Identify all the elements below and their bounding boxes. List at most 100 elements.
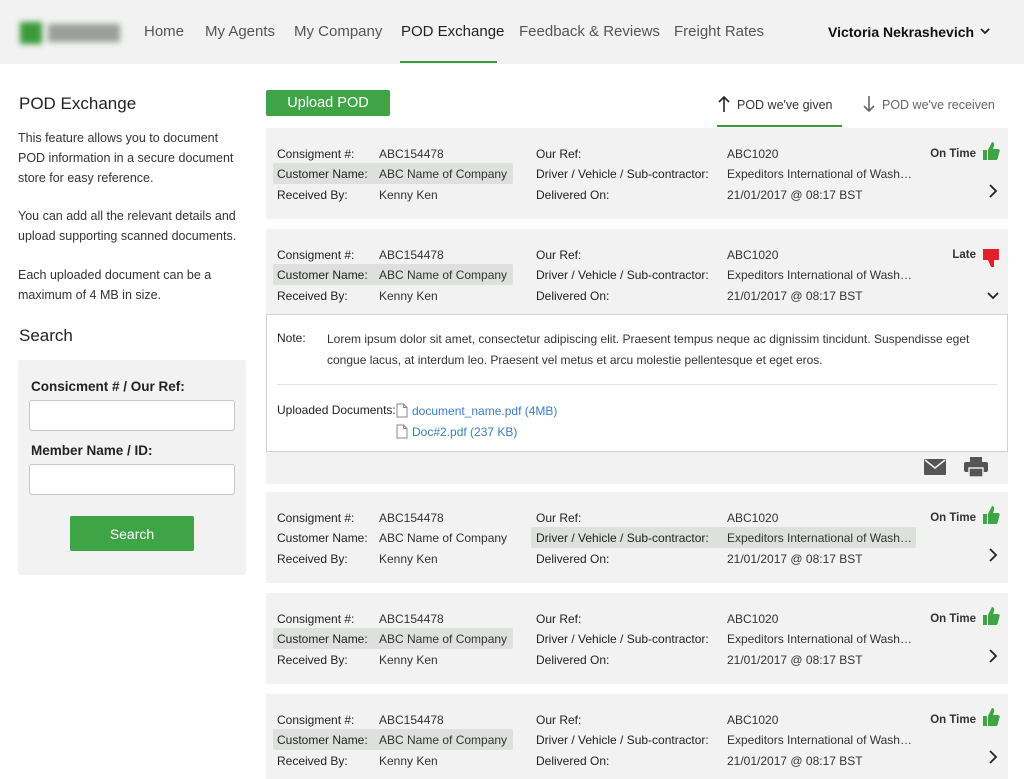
status-badge: On Time: [930, 148, 976, 160]
chevron-down-icon[interactable]: [979, 25, 991, 37]
nav-my-company[interactable]: My Company: [294, 0, 382, 64]
our-ref-label: Our Ref:: [536, 147, 582, 161]
thumbs-down-icon: [983, 249, 999, 267]
driver-label: Driver / Vehicle / Sub-contractor:: [536, 733, 709, 747]
member-name-input[interactable]: [29, 464, 235, 495]
pod-detail-panel: Note: Lorem ipsum dolor sit amet, consec…: [266, 314, 1008, 452]
document-link[interactable]: Doc#2.pdf (237 KB): [396, 424, 518, 439]
pod-record-card[interactable]: Consigment #: ABC154478 Customer Name: ABC …: [266, 492, 1008, 583]
delivered-on-value: 21/01/2017 @ 08:17 BST: [727, 754, 863, 768]
delivered-on-label: Delivered On:: [536, 754, 610, 768]
printer-icon[interactable]: [964, 457, 988, 477]
member-field-label: Member Name / ID:: [31, 443, 153, 458]
chevron-down-icon[interactable]: [987, 289, 999, 303]
customer-value: ABC Name of Company: [379, 268, 508, 282]
tab-pod-given[interactable]: POD we've given: [717, 90, 842, 126]
search-button[interactable]: Search: [70, 516, 194, 551]
uploaded-documents-label: Uploaded Documents:: [277, 403, 396, 417]
received-by-value: Kenny Ken: [379, 552, 438, 566]
document-name: Doc#2.pdf (237 KB): [412, 425, 518, 439]
delivered-on-value: 21/01/2017 @ 08:17 BST: [727, 289, 863, 303]
delivered-on-value: 21/01/2017 @ 08:17 BST: [727, 552, 863, 566]
upload-pod-button[interactable]: Upload POD: [266, 90, 390, 116]
customer-label: Customer Name:: [277, 733, 368, 747]
email-icon[interactable]: [924, 459, 946, 475]
delivered-on-value: 21/01/2017 @ 08:17 BST: [727, 188, 863, 202]
consignment-value: ABC154478: [379, 147, 444, 161]
driver-value: Expeditors International of Washington: [727, 531, 914, 545]
nav-my-agents[interactable]: My Agents: [205, 0, 275, 64]
customer-label: Customer Name:: [277, 167, 368, 181]
chevron-right-icon[interactable]: [987, 649, 999, 663]
our-ref-value: ABC1020: [727, 248, 779, 262]
our-ref-label: Our Ref:: [536, 713, 582, 727]
sidebar-title: POD Exchange: [19, 94, 137, 113]
delivered-on-label: Delivered On:: [536, 188, 610, 202]
tab-pod-received[interactable]: POD we've receiven: [862, 90, 1024, 126]
our-ref-label: Our Ref:: [536, 248, 582, 262]
status-badge: Late: [952, 249, 976, 261]
consignment-label: Consigment #:: [277, 248, 355, 262]
received-by-label: Received By:: [277, 653, 348, 667]
received-by-label: Received By:: [277, 289, 348, 303]
consignment-ref-input[interactable]: [29, 400, 235, 431]
received-by-label: Received By:: [277, 552, 348, 566]
search-title: Search: [19, 326, 73, 345]
our-ref-label: Our Ref:: [536, 511, 582, 525]
consignment-label: Consigment #:: [277, 511, 355, 525]
nav-pod-exchange[interactable]: POD Exchange: [401, 0, 504, 64]
customer-label: Customer Name:: [277, 268, 368, 282]
thumbs-up-icon: [983, 607, 1000, 625]
sidebar-description: Each uploaded document can be a maximum …: [18, 268, 212, 302]
driver-label: Driver / Vehicle / Sub-contractor:: [536, 167, 709, 181]
active-nav-indicator: [400, 61, 497, 63]
pod-record-card[interactable]: Consigment #: ABC154478 Customer Name: ABC …: [266, 128, 1008, 219]
our-ref-value: ABC1020: [727, 147, 779, 161]
pod-record-card[interactable]: Consigment #: ABC154478 Customer Name: ABC …: [266, 229, 1008, 320]
arrow-down-icon: [863, 96, 875, 113]
status-badge: On Time: [930, 613, 976, 625]
pod-action-bar: [266, 452, 1008, 484]
search-panel: Consicment # / Our Ref: Member Name / ID…: [18, 360, 246, 575]
customer-value: ABC Name of Company: [379, 531, 508, 545]
pod-record-card[interactable]: Consigment #: ABC154478 Customer Name: ABC …: [266, 694, 1008, 779]
user-menu-name[interactable]: Victoria Nekrashevich: [828, 0, 974, 64]
consignment-label: Consigment #:: [277, 612, 355, 626]
customer-value: ABC Name of Company: [379, 167, 508, 181]
chevron-right-icon[interactable]: [987, 548, 999, 562]
nav-home[interactable]: Home: [144, 0, 184, 64]
driver-label: Driver / Vehicle / Sub-contractor:: [536, 268, 709, 282]
our-ref-value: ABC1020: [727, 511, 779, 525]
delivered-on-label: Delivered On:: [536, 653, 610, 667]
received-by-label: Received By:: [277, 188, 348, 202]
tab-label: POD we've given: [737, 98, 833, 112]
file-icon: [396, 403, 408, 418]
document-name: document_name.pdf (4MB): [412, 404, 558, 418]
chevron-right-icon[interactable]: [987, 184, 999, 198]
document-link[interactable]: document_name.pdf (4MB): [396, 403, 558, 418]
divider: [277, 384, 997, 385]
driver-label: Driver / Vehicle / Sub-contractor:: [536, 531, 709, 545]
pod-record-card[interactable]: Consigment #: ABC154478 Customer Name: ABC …: [266, 593, 1008, 684]
driver-label: Driver / Vehicle / Sub-contractor:: [536, 632, 709, 646]
chevron-right-icon[interactable]: [987, 750, 999, 764]
customer-value: ABC Name of Company: [379, 733, 508, 747]
company-logo[interactable]: [20, 22, 120, 44]
status-badge: On Time: [930, 512, 976, 524]
status-badge: On Time: [930, 714, 976, 726]
driver-value: Expeditors International of Washington: [727, 733, 914, 747]
arrow-up-icon: [718, 95, 730, 112]
nav-feedback-reviews[interactable]: Feedback & Reviews: [519, 0, 660, 64]
customer-label: Customer Name:: [277, 531, 368, 545]
customer-value: ABC Name of Company: [379, 632, 508, 646]
note-label: Note:: [277, 331, 306, 345]
our-ref-value: ABC1020: [727, 713, 779, 727]
our-ref-value: ABC1020: [727, 612, 779, 626]
consignment-value: ABC154478: [379, 248, 444, 262]
nav-freight-rates[interactable]: Freight Rates: [674, 0, 764, 64]
consignment-value: ABC154478: [379, 511, 444, 525]
file-icon: [396, 424, 408, 439]
customer-label: Customer Name:: [277, 632, 368, 646]
thumbs-up-icon: [983, 142, 1000, 160]
consignment-field-label: Consicment # / Our Ref:: [31, 379, 185, 394]
